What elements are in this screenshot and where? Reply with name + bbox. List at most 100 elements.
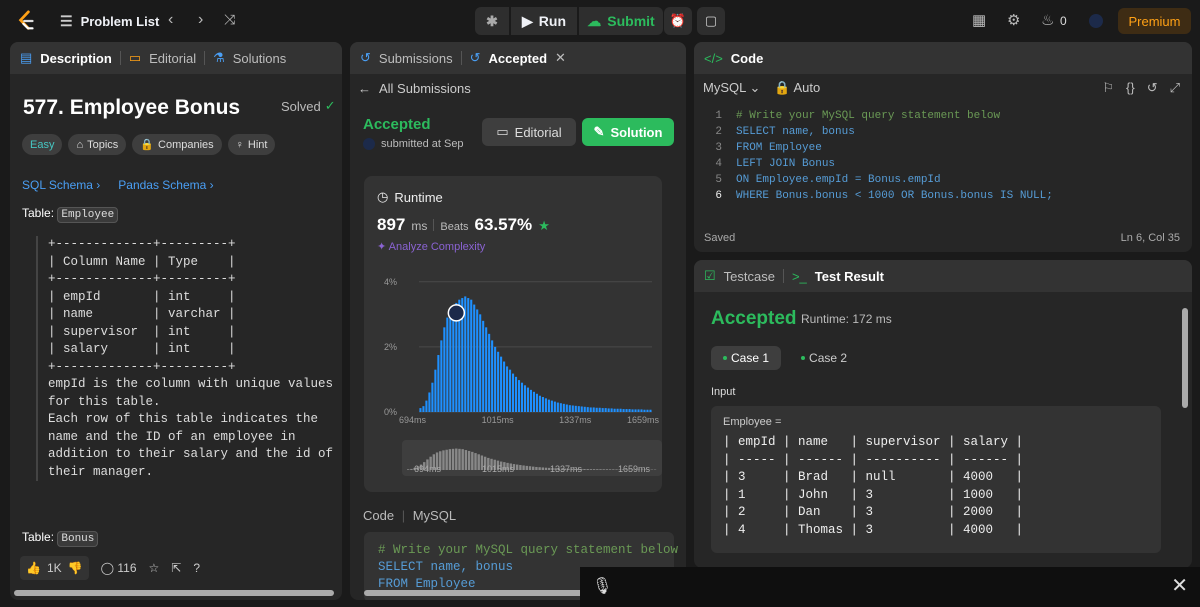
- histogram-bar[interactable]: [503, 361, 506, 412]
- histogram-bar[interactable]: [544, 398, 547, 412]
- histogram-bar[interactable]: [580, 406, 583, 412]
- histogram-bar[interactable]: [643, 409, 646, 412]
- histogram-bar[interactable]: [556, 402, 559, 412]
- help-icon[interactable]: ?: [193, 561, 200, 575]
- expand-icon[interactable]: ⤢: [1170, 80, 1180, 96]
- histogram-bar[interactable]: [571, 405, 574, 412]
- analyze-complexity-link[interactable]: ✦ Analyze Complexity: [377, 240, 485, 253]
- histogram-bar[interactable]: [637, 409, 640, 412]
- tab-description[interactable]: Description: [40, 51, 112, 66]
- histogram-bar[interactable]: [607, 408, 610, 412]
- runtime-distribution-chart[interactable]: 694ms 1015ms 1337ms 1659ms 0% 2% 4% 694ms 1015…: [364, 262, 662, 492]
- gear-icon[interactable]: ⚙: [1007, 11, 1020, 29]
- my-runtime-marker[interactable]: [447, 304, 466, 322]
- tab-solutions[interactable]: Solutions: [233, 51, 286, 66]
- comment-button[interactable]: ◯ 116: [101, 561, 137, 575]
- code-lines[interactable]: 1 # Write your MySQL query statement belo…: [704, 108, 1052, 204]
- bookmark-icon[interactable]: ⚐: [1102, 80, 1114, 96]
- companies-pill[interactable]: 🔒 Companies: [132, 134, 222, 155]
- histogram-bar[interactable]: [485, 327, 488, 412]
- microphone-icon[interactable]: 🎙: [592, 576, 612, 596]
- histogram-bar[interactable]: [479, 314, 482, 412]
- star-icon[interactable]: ☆: [149, 561, 160, 575]
- all-submissions-link[interactable]: ← All Submissions: [350, 74, 686, 102]
- histogram-bar[interactable]: [568, 405, 571, 412]
- histogram-bar[interactable]: [452, 306, 455, 412]
- avatar[interactable]: [1089, 14, 1103, 28]
- histogram-bar[interactable]: [476, 309, 479, 412]
- tab-accepted[interactable]: Accepted: [489, 51, 548, 66]
- histogram-bar[interactable]: [500, 356, 503, 412]
- histogram-bar[interactable]: [604, 408, 607, 412]
- histogram-bar[interactable]: [437, 355, 440, 412]
- histogram-bar[interactable]: [443, 327, 446, 412]
- pandas-schema-link[interactable]: Pandas Schema ›: [118, 178, 213, 192]
- histogram-bar[interactable]: [631, 409, 634, 412]
- histogram-bar[interactable]: [559, 403, 562, 412]
- histogram-bar[interactable]: [523, 385, 527, 412]
- histogram-bar[interactable]: [538, 395, 541, 412]
- histogram-bar[interactable]: [649, 409, 652, 412]
- histogram-bar[interactable]: [562, 403, 565, 412]
- histogram-bar[interactable]: [640, 409, 643, 412]
- leetcode-logo-icon[interactable]: [16, 10, 38, 32]
- histogram-bar[interactable]: [595, 407, 598, 412]
- histogram-bar[interactable]: [628, 409, 631, 412]
- histogram-bar[interactable]: [473, 304, 476, 412]
- histogram-bar[interactable]: [514, 376, 518, 412]
- debug-button[interactable]: ✱: [475, 7, 509, 35]
- histogram-bar[interactable]: [553, 401, 556, 412]
- layout-icon[interactable]: ▦: [972, 11, 986, 29]
- histogram-bar[interactable]: [541, 397, 544, 412]
- auto-mode[interactable]: 🔒 Auto: [774, 80, 820, 96]
- streak-fire-icon[interactable]: ♨: [1041, 11, 1054, 29]
- case-1-tab[interactable]: Case 1: [711, 346, 782, 370]
- histogram-bar[interactable]: [583, 406, 586, 412]
- timer-button[interactable]: ⏰: [664, 7, 692, 35]
- histogram-bar[interactable]: [491, 340, 494, 412]
- tab-test-result[interactable]: Test Result: [815, 269, 884, 284]
- histogram-bar[interactable]: [613, 408, 616, 412]
- histogram-bar[interactable]: [610, 408, 613, 412]
- histogram-bar[interactable]: [646, 409, 649, 412]
- histogram-bar[interactable]: [622, 409, 625, 412]
- histogram-bar[interactable]: [446, 317, 449, 412]
- histogram-bar[interactable]: [520, 382, 524, 412]
- notes-button[interactable]: ▢: [697, 7, 725, 35]
- histogram-bar[interactable]: [547, 399, 550, 412]
- histogram-bar[interactable]: [550, 400, 553, 412]
- shuffle-icon[interactable]: ⤨: [224, 11, 235, 28]
- prev-problem-icon[interactable]: ‹: [168, 11, 173, 29]
- histogram-bar[interactable]: [577, 406, 580, 412]
- run-button[interactable]: ▶ Run: [511, 7, 577, 35]
- histogram-bar[interactable]: [506, 366, 509, 412]
- histogram-bar[interactable]: [532, 391, 535, 412]
- share-icon[interactable]: ⇱: [171, 561, 181, 575]
- close-icon[interactable]: ✕: [1171, 573, 1188, 598]
- histogram-bar[interactable]: [601, 408, 604, 412]
- histogram-bar[interactable]: [422, 406, 425, 412]
- histogram-bar[interactable]: [428, 392, 431, 412]
- next-problem-icon[interactable]: ›: [198, 11, 203, 29]
- histogram-bar[interactable]: [616, 408, 619, 412]
- histogram-bar[interactable]: [419, 408, 422, 412]
- histogram-bar[interactable]: [425, 400, 428, 412]
- like-button[interactable]: 👍 1K 👎: [20, 556, 89, 580]
- histogram-bar[interactable]: [497, 351, 500, 412]
- histogram-bar[interactable]: [509, 369, 512, 412]
- histogram-bar[interactable]: [526, 387, 530, 412]
- histogram-bar[interactable]: [494, 346, 497, 412]
- histogram-bar[interactable]: [482, 320, 485, 412]
- braces-icon[interactable]: {}: [1126, 80, 1135, 96]
- close-icon[interactable]: ✕: [555, 50, 566, 66]
- histogram-bar[interactable]: [589, 407, 592, 412]
- tab-editorial[interactable]: Editorial: [149, 51, 196, 66]
- horizontal-scrollbar[interactable]: [10, 588, 342, 598]
- histogram-bar[interactable]: [625, 409, 628, 412]
- histogram-bar[interactable]: [512, 373, 515, 412]
- histogram-bar[interactable]: [440, 340, 443, 412]
- histogram-bar[interactable]: [470, 299, 473, 412]
- sql-schema-link[interactable]: SQL Schema ›: [22, 178, 100, 192]
- submit-button[interactable]: ☁ Submit: [579, 7, 663, 35]
- editorial-button[interactable]: ▭ Editorial: [482, 118, 576, 146]
